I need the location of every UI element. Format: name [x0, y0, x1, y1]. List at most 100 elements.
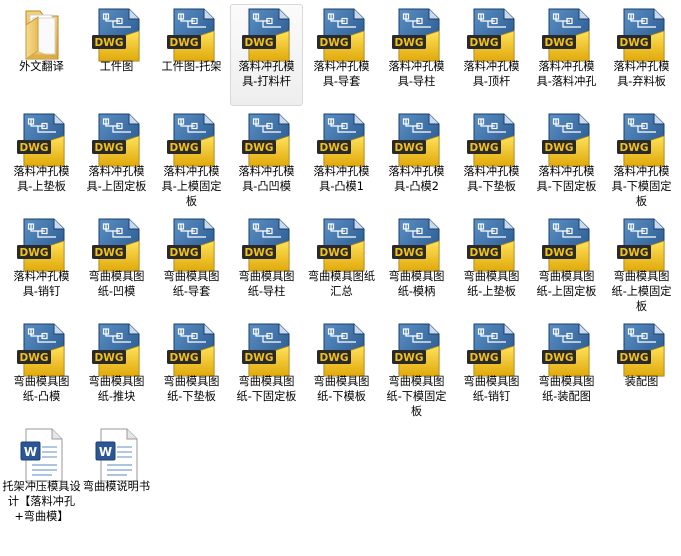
file-item[interactable]: DWG 弯曲模具图纸-下垫板: [155, 319, 228, 421]
dwg-file-icon: DWG: [537, 322, 597, 378]
svg-text:DWG: DWG: [619, 352, 648, 364]
dwg-file-icon: DWG: [12, 322, 72, 378]
file-item[interactable]: W 托架冲压模具设计【落料冲孔+弯曲模】: [2, 424, 81, 526]
file-label: 落料冲孔模具-导套: [313, 60, 370, 88]
dwg-file-icon: DWG: [537, 217, 597, 273]
file-item[interactable]: DWG 工件图-托架: [155, 4, 228, 106]
file-label: 弯曲模具图纸汇总: [307, 270, 376, 298]
file-item[interactable]: DWG 弯曲模具图纸-下固定板: [230, 319, 303, 421]
svg-text:DWG: DWG: [469, 247, 498, 259]
file-item[interactable]: DWG 弯曲模具图纸-上固定板: [530, 214, 603, 316]
svg-text:DWG: DWG: [244, 352, 273, 364]
dwg-file-icon: DWG: [237, 7, 297, 63]
file-item[interactable]: DWG 落料冲孔模具-凸凹模: [230, 109, 303, 211]
file-label: 落料冲孔模具-下模固定板: [611, 165, 672, 208]
file-item[interactable]: DWG 工件图: [80, 4, 153, 106]
file-label: 弯曲模具图纸-导套: [163, 270, 220, 298]
file-item[interactable]: DWG 弯曲模具图纸-凸模: [5, 319, 78, 421]
file-label: 外文翻译: [19, 60, 64, 73]
dwg-file-icon: DWG: [312, 7, 372, 63]
file-item[interactable]: DWG 落料冲孔模具-凸模1: [305, 109, 378, 211]
svg-text:DWG: DWG: [244, 37, 273, 49]
file-item[interactable]: DWG 落料冲孔模具-弃料板: [605, 4, 678, 106]
svg-text:DWG: DWG: [244, 142, 273, 154]
svg-text:DWG: DWG: [19, 247, 48, 259]
dwg-file-icon: DWG: [462, 322, 522, 378]
file-label: 落料冲孔模具-凸模2: [388, 165, 445, 193]
file-label: 弯曲模具图纸-下固定板: [236, 375, 297, 403]
dwg-file-icon: DWG: [312, 217, 372, 273]
dwg-file-icon: DWG: [387, 217, 447, 273]
svg-text:DWG: DWG: [94, 247, 123, 259]
file-item[interactable]: DWG 弯曲模具图纸-导柱: [230, 214, 303, 316]
file-item[interactable]: DWG 装配图: [605, 319, 678, 421]
file-item[interactable]: DWG 落料冲孔模具-导套: [305, 4, 378, 106]
file-item[interactable]: DWG 落料冲孔模具-落料冲孔: [530, 4, 603, 106]
file-item[interactable]: DWG 落料冲孔模具-下固定板: [530, 109, 603, 211]
file-label: 弯曲模具图纸-上固定板: [536, 270, 597, 298]
dwg-file-icon: DWG: [612, 7, 672, 63]
dwg-file-icon: DWG: [237, 217, 297, 273]
svg-text:DWG: DWG: [544, 37, 573, 49]
dwg-file-icon: DWG: [87, 322, 147, 378]
dwg-file-icon: DWG: [12, 112, 72, 168]
svg-text:DWG: DWG: [319, 352, 348, 364]
file-item[interactable]: DWG 落料冲孔模具-凸模2: [380, 109, 453, 211]
svg-text:W: W: [98, 445, 111, 459]
folder-icon: [12, 7, 72, 63]
svg-text:DWG: DWG: [469, 352, 498, 364]
file-label: 托架冲压模具设计【落料冲孔+弯曲模】: [2, 480, 81, 523]
file-item[interactable]: DWG 落料冲孔模具-下模固定板: [605, 109, 678, 211]
dwg-file-icon: DWG: [462, 217, 522, 273]
svg-text:DWG: DWG: [394, 37, 423, 49]
file-item[interactable]: DWG 弯曲模具图纸-下模板: [305, 319, 378, 421]
svg-text:DWG: DWG: [544, 352, 573, 364]
file-label: 弯曲模说明书: [82, 480, 151, 493]
file-label: 落料冲孔模具-下垫板: [463, 165, 520, 193]
file-label: 落料冲孔模具-打料杆: [238, 60, 295, 88]
file-item[interactable]: DWG 落料冲孔模具-下垫板: [455, 109, 528, 211]
dwg-file-icon: DWG: [387, 112, 447, 168]
file-item[interactable]: DWG 弯曲模具图纸-模柄: [380, 214, 453, 316]
svg-text:DWG: DWG: [169, 142, 198, 154]
file-item[interactable]: DWG 落料冲孔模具-顶杆: [455, 4, 528, 106]
file-label: 落料冲孔模具-落料冲孔: [536, 60, 597, 88]
file-label: 弯曲模具图纸-下模固定板: [386, 375, 447, 418]
svg-text:DWG: DWG: [169, 247, 198, 259]
file-item[interactable]: DWG 弯曲模具图纸-下模固定板: [380, 319, 453, 421]
svg-text:DWG: DWG: [94, 37, 123, 49]
file-item[interactable]: DWG 弯曲模具图纸-凹模: [80, 214, 153, 316]
svg-text:DWG: DWG: [94, 352, 123, 364]
svg-text:DWG: DWG: [544, 247, 573, 259]
file-item[interactable]: DWG 弯曲模具图纸-上模固定板: [605, 214, 678, 316]
svg-text:DWG: DWG: [169, 352, 198, 364]
file-item[interactable]: DWG 落料冲孔模具-销钉: [5, 214, 78, 316]
dwg-file-icon: DWG: [162, 112, 222, 168]
file-item[interactable]: W 弯曲模说明书: [80, 424, 153, 526]
file-item[interactable]: DWG 弯曲模具图纸汇总: [305, 214, 378, 316]
file-label: 弯曲模具图纸-凹模: [88, 270, 145, 298]
dwg-file-icon: DWG: [462, 7, 522, 63]
file-item[interactable]: DWG 弯曲模具图纸-推块: [80, 319, 153, 421]
svg-text:DWG: DWG: [619, 142, 648, 154]
file-item[interactable]: DWG 落料冲孔模具-导柱: [380, 4, 453, 106]
file-label: 落料冲孔模具-导柱: [388, 60, 445, 88]
file-label: 弯曲模具图纸-推块: [88, 375, 145, 403]
file-item[interactable]: DWG 弯曲模具图纸-装配图: [530, 319, 603, 421]
file-label: 弯曲模具图纸-下垫板: [163, 375, 220, 403]
dwg-file-icon: DWG: [237, 112, 297, 168]
file-item[interactable]: DWG 弯曲模具图纸-上垫板: [455, 214, 528, 316]
file-item[interactable]: DWG 落料冲孔模具-上模固定板: [155, 109, 228, 211]
file-label: 落料冲孔模具-弃料板: [613, 60, 670, 88]
file-item[interactable]: DWG 弯曲模具图纸-导套: [155, 214, 228, 316]
svg-text:DWG: DWG: [469, 37, 498, 49]
dwg-file-icon: DWG: [237, 322, 297, 378]
dwg-file-icon: DWG: [612, 112, 672, 168]
dwg-file-icon: DWG: [87, 217, 147, 273]
file-item[interactable]: DWG 落料冲孔模具-打料杆: [230, 4, 303, 106]
file-item[interactable]: DWG 落料冲孔模具-上垫板: [5, 109, 78, 211]
file-label: 弯曲模具图纸-导柱: [238, 270, 295, 298]
file-item[interactable]: DWG 落料冲孔模具-上固定板: [80, 109, 153, 211]
file-item[interactable]: DWG 弯曲模具图纸-销钉: [455, 319, 528, 421]
file-item[interactable]: 外文翻译: [5, 4, 78, 106]
